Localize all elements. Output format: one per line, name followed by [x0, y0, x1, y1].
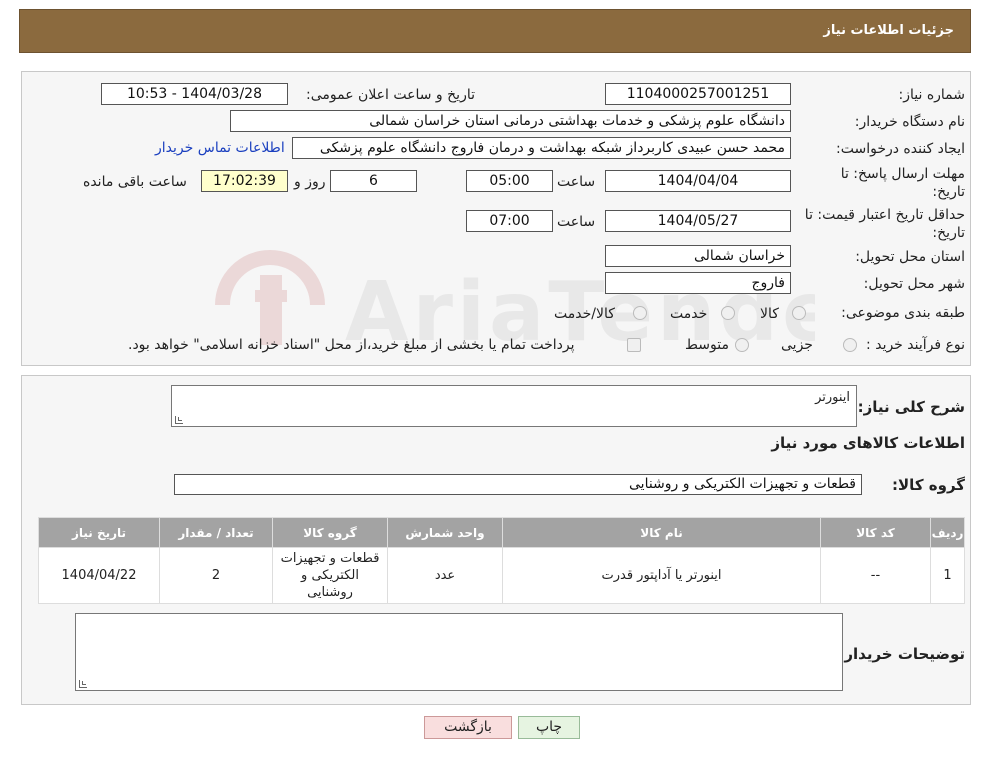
remaining-time-label: ساعت باقی مانده	[83, 174, 187, 190]
category-label: طبقه بندی موضوعی:	[841, 305, 965, 321]
delivery-city-label: شهر محل تحویل:	[863, 276, 965, 292]
cell-name: اینورتر یا آداپتور قدرت	[502, 547, 821, 604]
col-quantity-header: تعداد / مقدار	[159, 517, 273, 548]
goods-group-field: قطعات و تجهیزات الکتریکی و روشنایی	[174, 474, 862, 495]
deadline-label: مهلت ارسال پاسخ: تا تاریخ:	[840, 166, 965, 200]
col-group-header: گروه کالا	[272, 517, 388, 548]
col-date-header: تاریخ نیاز	[38, 517, 160, 548]
process-medium-label: متوسط	[685, 337, 729, 353]
category-goods-service-radio[interactable]	[633, 306, 647, 320]
process-minor-label: جزیی	[781, 337, 813, 353]
col-code-header: کد کالا	[820, 517, 931, 548]
col-unit-header: واحد شمارش	[387, 517, 503, 548]
category-service-label: خدمت	[670, 306, 708, 322]
print-button[interactable]: چاپ	[518, 716, 580, 739]
cell-row: 1	[930, 547, 965, 604]
page-header: جزئیات اطلاعات نیاز	[19, 9, 971, 53]
goods-table: ردیف کد کالا نام کالا واحد شمارش گروه کا…	[38, 517, 965, 604]
price-validity-date-field: 1404/05/27	[605, 210, 791, 232]
cell-quantity: 2	[159, 547, 273, 604]
need-summary-textarea[interactable]: اینورتر	[171, 385, 857, 427]
remaining-days-field: 6	[330, 170, 417, 192]
process-type-label: نوع فرآیند خرید :	[866, 337, 965, 353]
category-goods-radio[interactable]	[792, 306, 806, 320]
need-summary-text: اینورتر	[815, 390, 850, 405]
process-minor-radio[interactable]	[843, 338, 857, 352]
goods-table-header-row: ردیف کد کالا نام کالا واحد شمارش گروه کا…	[38, 517, 965, 548]
treasury-payment-checkbox[interactable]	[627, 338, 641, 352]
deadline-time-label: ساعت	[557, 174, 596, 190]
delivery-province-field: خراسان شمالی	[605, 245, 791, 267]
creator-label: ایجاد کننده درخواست:	[836, 141, 965, 157]
creator-field: محمد حسن عبیدی کاربرداز شبکه بهداشت و در…	[292, 137, 791, 159]
resize-handle-icon[interactable]	[79, 680, 87, 688]
need-number-field: 1104000257001251	[605, 83, 791, 105]
announce-datetime-label: تاریخ و ساعت اعلان عمومی:	[306, 87, 475, 103]
cell-code: --	[820, 547, 931, 604]
price-validity-label: حداقل تاریخ اعتبار قیمت: تا تاریخ:	[804, 207, 965, 241]
resize-handle-icon[interactable]	[175, 416, 183, 424]
buyer-notes-label: توضیحات خریدار:	[838, 645, 965, 663]
buyer-org-label: نام دستگاه خریدار:	[854, 114, 965, 130]
delivery-city-field: فاروج	[605, 272, 791, 294]
price-validity-time-label: ساعت	[557, 214, 596, 230]
goods-group-label: گروه کالا:	[892, 476, 965, 494]
back-button[interactable]: بازگشت	[424, 716, 512, 739]
treasury-payment-note: پرداخت تمام یا بخشی از مبلغ خرید،از محل …	[128, 337, 575, 353]
col-name-header: نام کالا	[502, 517, 821, 548]
announce-datetime-field: 1404/03/28 - 10:53	[101, 83, 288, 105]
buyer-org-field: دانشگاه علوم پزشکی و خدمات بهداشتی درمان…	[230, 110, 791, 132]
category-goods-service-label: کالا/خدمت	[554, 306, 615, 322]
deadline-time-field: 05:00	[466, 170, 553, 192]
price-validity-time-field: 07:00	[466, 210, 553, 232]
goods-info-title: اطلاعات کالاهای مورد نیاز	[771, 434, 965, 452]
category-goods-label: کالا	[760, 306, 779, 322]
table-row: 1 -- اینورتر یا آداپتور قدرت عدد قطعات و…	[38, 547, 965, 604]
cell-group: قطعات و تجهیزات الکتریکی و روشنایی	[272, 547, 388, 604]
page-title: جزئیات اطلاعات نیاز	[823, 23, 954, 38]
deadline-date-field: 1404/04/04	[605, 170, 791, 192]
process-medium-radio[interactable]	[735, 338, 749, 352]
days-label: روز و	[294, 174, 326, 190]
category-service-radio[interactable]	[721, 306, 735, 320]
need-number-label: شماره نیاز:	[898, 87, 966, 103]
col-row-header: ردیف	[930, 517, 965, 548]
delivery-province-label: استان محل تحویل:	[855, 249, 965, 265]
need-summary-label: شرح کلی نیاز:	[857, 398, 965, 416]
buyer-contact-link[interactable]: اطلاعات تماس خریدار	[155, 140, 285, 156]
remaining-time-field: 17:02:39	[201, 170, 288, 192]
cell-unit: عدد	[387, 547, 503, 604]
buyer-notes-textarea[interactable]	[75, 613, 843, 691]
cell-date: 1404/04/22	[38, 547, 160, 604]
